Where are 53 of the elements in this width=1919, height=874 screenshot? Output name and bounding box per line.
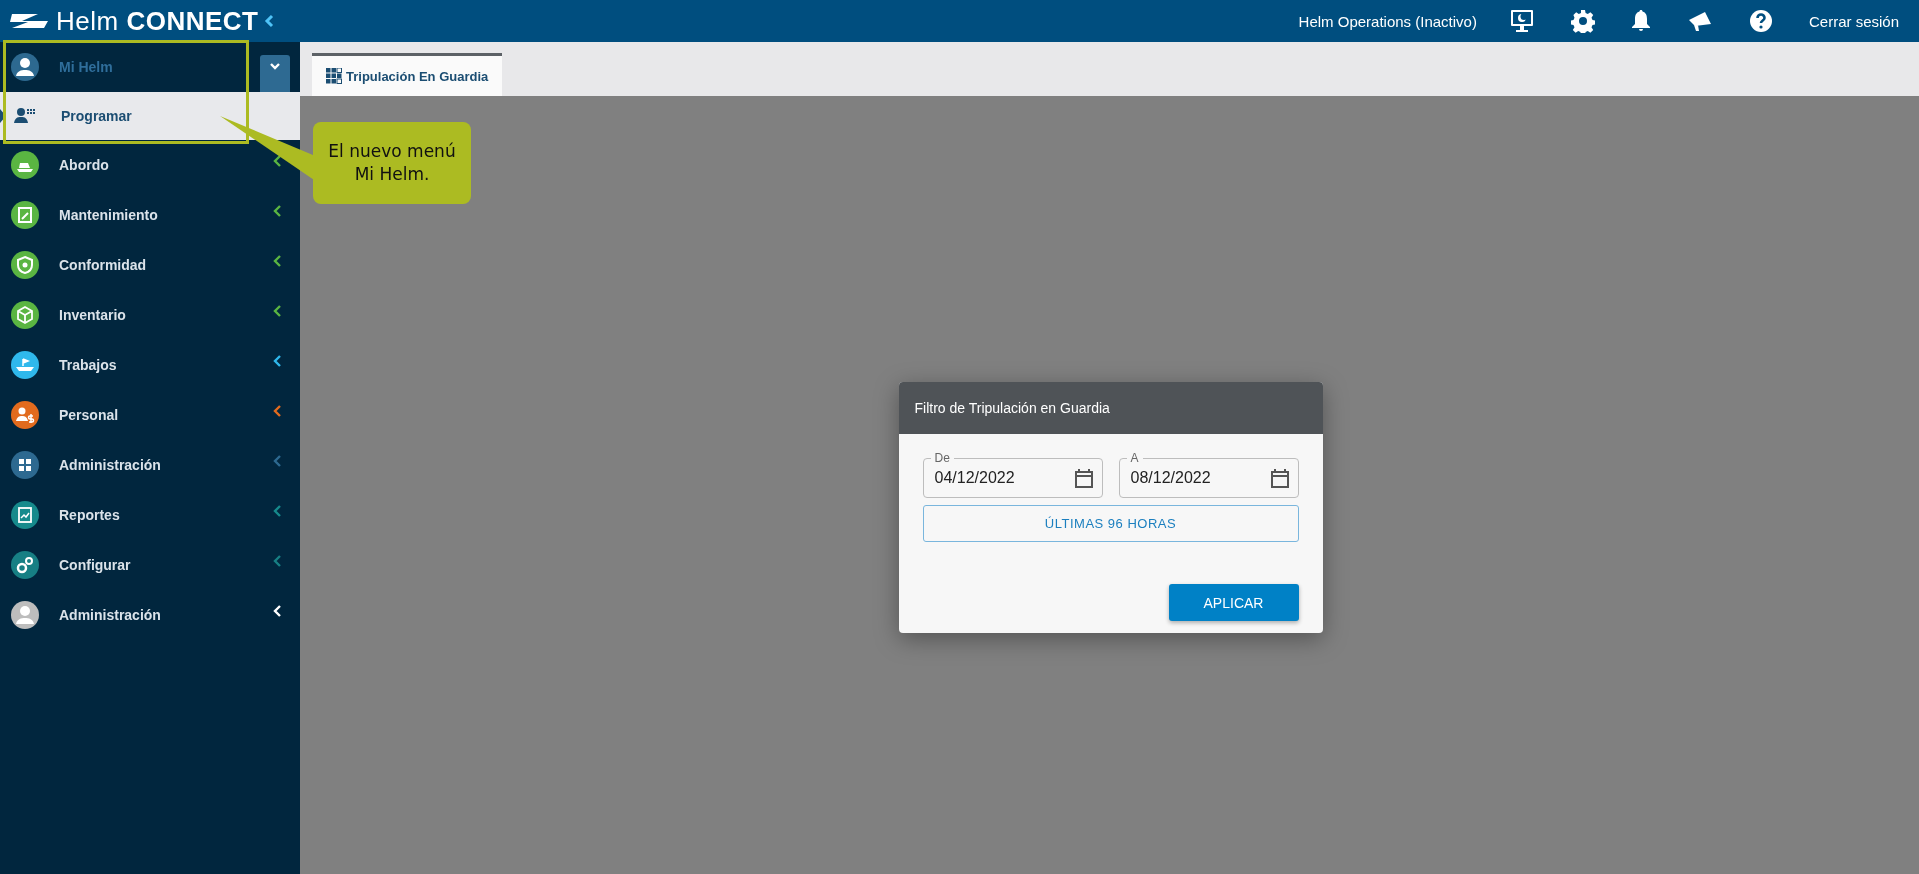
- chevron-icon: [272, 404, 282, 418]
- sidebar-item[interactable]: Personal: [0, 390, 300, 440]
- status-text: Helm Operations (Inactivo): [1298, 12, 1477, 30]
- expand-button[interactable]: [260, 55, 290, 92]
- chevron-icon: [272, 604, 282, 618]
- sidebar-item[interactable]: Inventario: [0, 290, 300, 340]
- calendar-icon[interactable]: [1074, 468, 1093, 488]
- menu-label: Configurar: [59, 557, 132, 573]
- sidebar-item[interactable]: Reportes: [0, 490, 300, 540]
- menu-label: Conformidad: [59, 257, 148, 273]
- sidebar-item[interactable]: Administración: [0, 590, 300, 640]
- logout-link[interactable]: Cerrar sesión: [1808, 12, 1899, 30]
- callout: El nuevo menú Mi Helm.: [313, 122, 471, 204]
- menu-label: Mi Helm: [59, 59, 113, 75]
- menu-label: Mantenimiento: [59, 207, 159, 223]
- menu-label: Personal: [59, 407, 120, 423]
- chevron-icon: [272, 304, 282, 318]
- menu-label: Administración: [59, 457, 162, 473]
- tab[interactable]: Tripulación En Guardia: [312, 53, 503, 96]
- grid-icon: [326, 68, 342, 84]
- chevron-icon: [272, 204, 282, 218]
- calendar-icon[interactable]: [1270, 468, 1289, 488]
- logo-icon: [8, 12, 50, 30]
- menu-label: Reportes: [59, 507, 121, 523]
- sidebar-item[interactable]: Conformidad: [0, 240, 300, 290]
- settings-icon[interactable]: [1570, 9, 1595, 33]
- help-icon[interactable]: [1748, 9, 1773, 33]
- logo-text: Helm CONNECT: [56, 5, 259, 37]
- chevron-icon: [272, 354, 282, 368]
- monitor-icon[interactable]: [1508, 8, 1535, 34]
- menu-label: Inventario: [59, 307, 127, 323]
- sidebar-item[interactable]: Administración: [0, 440, 300, 490]
- schedule-icon: [14, 106, 38, 126]
- menu-label: Administración: [59, 607, 162, 623]
- date-field[interactable]: De 04/12/2022: [922, 450, 1103, 498]
- dialog-title: Filtro de Tripulación en Guardia: [914, 400, 1110, 416]
- chevron-icon: [272, 254, 282, 268]
- user-icon: [10, 52, 40, 82]
- menu-item[interactable]: Programar: [0, 92, 300, 140]
- chevron-icon: [272, 554, 282, 568]
- date-field[interactable]: A 08/12/2022: [1118, 450, 1299, 498]
- sidebar-item[interactable]: Configurar: [0, 540, 300, 590]
- chevron-icon: [272, 504, 282, 518]
- collapse-icon[interactable]: [264, 14, 275, 28]
- chevron-icon: [269, 61, 281, 71]
- chevron-icon: [272, 454, 282, 468]
- apply-button[interactable]: APLICAR: [1168, 584, 1299, 621]
- menu-label: Abordo: [59, 157, 110, 173]
- menu-label: Trabajos: [59, 357, 118, 373]
- sidebar-item[interactable]: Mantenimiento: [0, 190, 300, 240]
- bell-icon[interactable]: [1630, 9, 1651, 33]
- last-96-hours-button[interactable]: ÚLTIMAS 96 HORAS: [922, 505, 1299, 542]
- sidebar-item[interactable]: Trabajos: [0, 340, 300, 390]
